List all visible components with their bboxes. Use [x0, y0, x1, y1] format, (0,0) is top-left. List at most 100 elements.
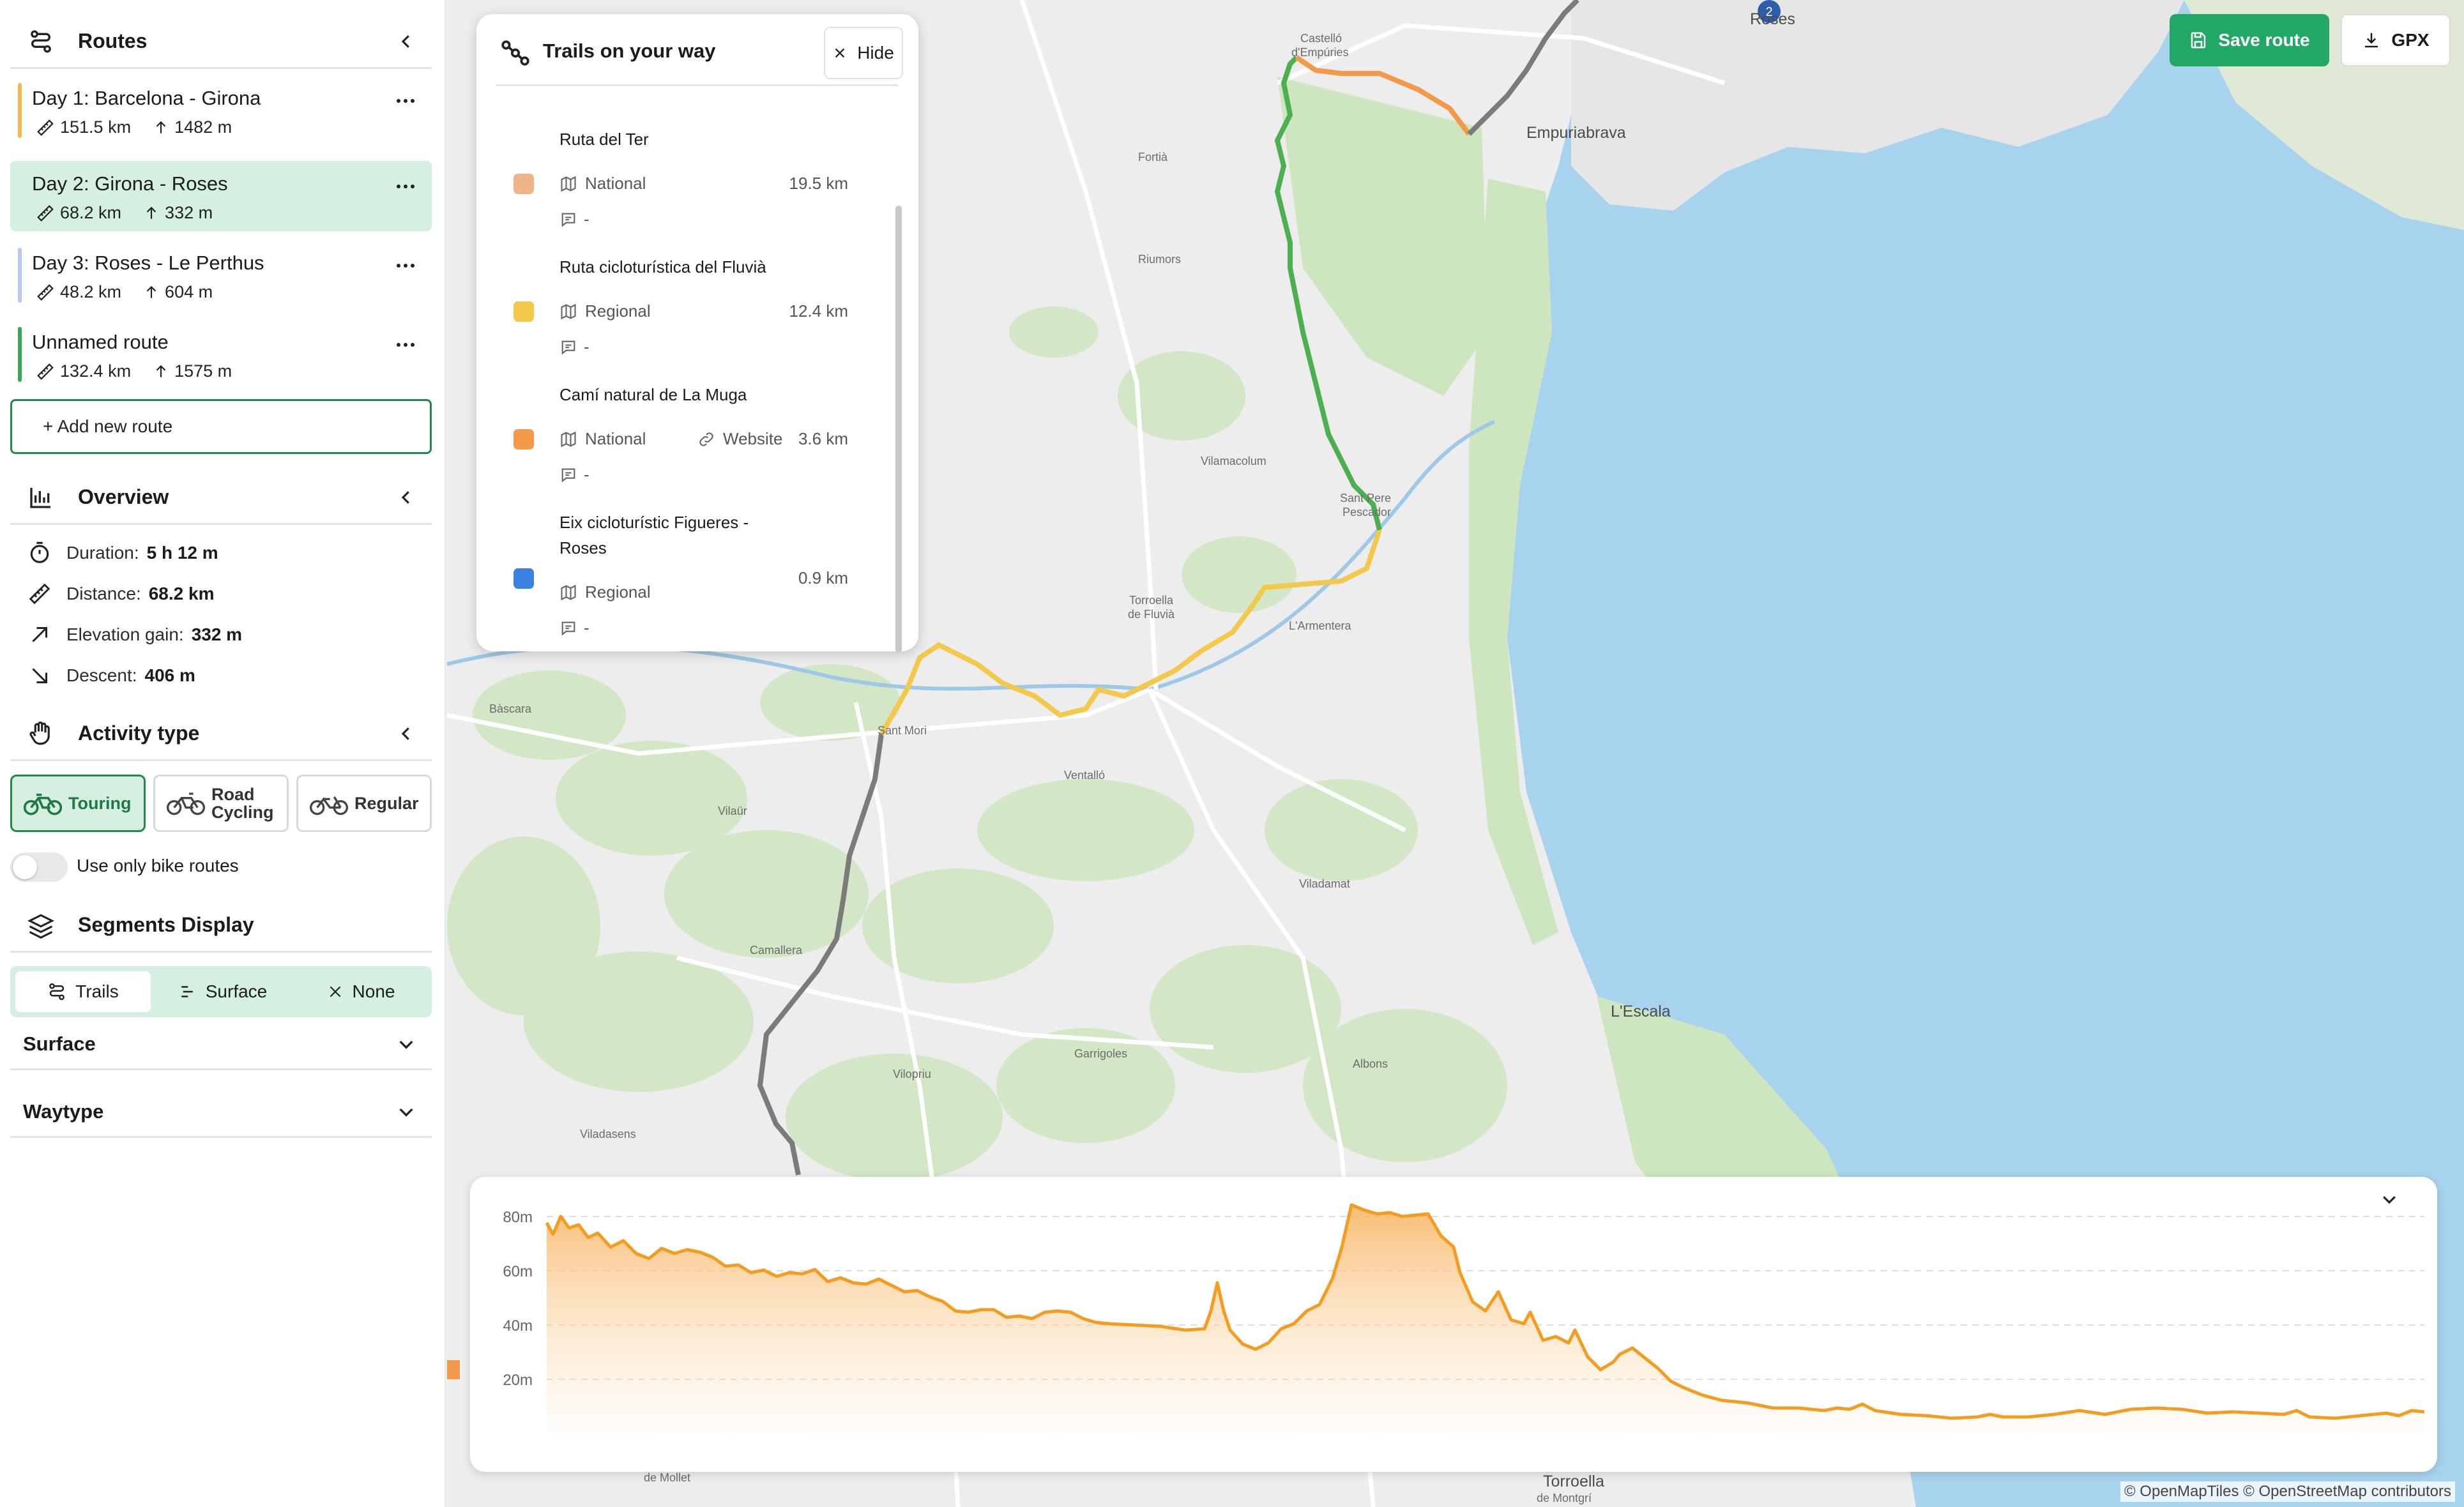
segment-trails-option[interactable]: Trails [15, 971, 151, 1012]
map-label-castello: Castelló [1300, 32, 1342, 45]
trail-comment: - [559, 465, 589, 485]
y-tick: 60m [503, 1263, 533, 1280]
surface-icon [181, 986, 193, 997]
elevation-profile[interactable]: 80m 60m 40m 20m [470, 1177, 2437, 1472]
map-label-albons: Albons [1353, 1057, 1388, 1070]
more-icon [397, 185, 414, 188]
elevation-chart: 80m 60m 40m 20m [503, 1203, 2425, 1432]
trail-comment: - [559, 337, 589, 357]
map-label-fortia: Fortià [1138, 151, 1168, 163]
route-item-day-1[interactable]: Day 1: Barcelona - Girona 151.5 km 1482 … [10, 75, 432, 146]
map-label-vilamacolum: Vilamacolum [1201, 455, 1266, 467]
trail-comment: - [559, 618, 589, 638]
route-menu-button[interactable] [390, 175, 422, 198]
save-route-label: Save route [2218, 30, 2310, 50]
overview-header[interactable]: Overview [10, 471, 432, 525]
surface-option-label: Surface [205, 981, 268, 1001]
trail-type: Regional [559, 301, 651, 321]
activity-road-cycling-button[interactable]: Road Cycling [153, 775, 289, 832]
overview-collapse-button[interactable] [387, 478, 425, 517]
descent-label: Descent: [66, 665, 137, 685]
stopwatch-icon [26, 539, 54, 567]
ruler-icon [37, 119, 54, 136]
duration-label: Duration: [66, 543, 139, 563]
segment-surface-option[interactable]: Surface [155, 971, 290, 1012]
map-label-viladasens: Viladasens [580, 1128, 636, 1140]
activity-regular-button[interactable]: Regular [296, 775, 432, 832]
overview-elevation-gain: Elevation gain: 332 m [26, 619, 242, 650]
save-route-button[interactable]: Save route [2170, 14, 2329, 66]
segments-header: Segments Display [10, 899, 432, 953]
activity-header[interactable]: Activity type [10, 708, 432, 761]
trail-item[interactable]: Ruta cicloturística del Fluvià Regional … [476, 254, 918, 382]
map-attribution[interactable]: © OpenMapTiles © OpenStreetMap contribut… [2120, 1481, 2455, 1502]
activity-title: Activity type [78, 722, 200, 745]
y-tick: 20m [503, 1372, 533, 1389]
comment-icon [561, 340, 575, 355]
segments-toggle-group: Trails Surface None [10, 966, 432, 1017]
bike-routes-toggle[interactable] [10, 852, 68, 882]
route-meta: 132.4 km 1575 m [36, 361, 245, 381]
trail-name: Camí natural de La Muga [559, 385, 747, 404]
close-icon [835, 48, 845, 58]
surface-title: Surface [23, 1032, 96, 1055]
map-label-roses: Roses [1750, 10, 1795, 28]
route-meta: 151.5 km 1482 m [36, 117, 245, 137]
trails-panel: Trails on your way Hide Ruta del Ter Nat… [476, 14, 918, 651]
none-option-label: None [352, 981, 395, 1001]
more-icon [397, 343, 414, 347]
trail-item[interactable]: Camí natural de La Muga National Website… [476, 382, 918, 510]
trails-scrollbar[interactable] [895, 206, 902, 651]
trails-panel-header: Trails on your way Hide [476, 14, 918, 86]
download-icon [2365, 33, 2378, 48]
trail-website-link[interactable]: Website [697, 429, 782, 449]
route-menu-button[interactable] [390, 333, 422, 356]
route-menu-button[interactable] [390, 254, 422, 277]
link-icon [699, 432, 713, 446]
map-label-de-fluvia: de Fluvià [1128, 608, 1175, 621]
chevron-left-icon [401, 34, 409, 48]
trail-color-swatch [513, 301, 534, 322]
regular-bike-icon [310, 789, 348, 817]
activity-collapse-button[interactable] [387, 715, 425, 753]
trail-item[interactable]: Ruta del Ter National 19.5 km - [476, 126, 918, 254]
map-label-santpere: Sant Pere [1340, 492, 1392, 504]
hide-label: Hide [857, 43, 894, 63]
layers-icon [23, 907, 59, 943]
y-tick: 80m [503, 1209, 533, 1226]
route-item-unnamed[interactable]: Unnamed route 132.4 km 1575 m [10, 319, 432, 390]
segment-none-option[interactable]: None [294, 971, 428, 1012]
distance-value: 68.2 km [148, 584, 215, 603]
more-icon [397, 99, 414, 103]
trail-distance: 0.9 km [798, 568, 848, 587]
route-item-day-2[interactable]: Day 2: Girona - Roses 68.2 km 332 m [10, 161, 432, 231]
map-label-empuriabrava: Empuriabrava [1526, 124, 1626, 142]
gpx-download-button[interactable]: GPX [2341, 14, 2451, 66]
chevron-down-icon [387, 1093, 425, 1131]
map-label-riumors: Riumors [1138, 253, 1182, 266]
add-route-button[interactable]: + Add new route [10, 399, 432, 454]
save-icon [2191, 32, 2206, 49]
overview-duration: Duration: 5 h 12 m [26, 538, 218, 568]
routes-collapse-button[interactable] [387, 22, 425, 61]
map-label-sant-mori: Sant Mori [878, 724, 927, 737]
map-icon [561, 176, 576, 192]
map-label-torroella: Torroella [1129, 594, 1174, 607]
trail-name: Ruta cicloturística del Fluvià [559, 257, 766, 276]
touring-bike-icon [24, 789, 62, 817]
route-color-bar [18, 327, 22, 382]
chevron-down-icon [387, 1025, 425, 1063]
chevron-down-icon [2383, 1196, 2396, 1204]
map-icon [561, 303, 576, 319]
trail-item[interactable]: Eix cicloturístic Figueres - Roses Region… [476, 510, 918, 650]
hide-trails-button[interactable]: Hide [824, 27, 903, 79]
activity-touring-button[interactable]: Touring [10, 775, 146, 832]
waytype-section-header[interactable]: Waytype [10, 1087, 432, 1138]
surface-section-header[interactable]: Surface [10, 1019, 432, 1070]
chevron-left-icon [401, 490, 409, 504]
arrow-up-icon [146, 206, 156, 219]
route-menu-button[interactable] [390, 89, 422, 112]
route-item-day-3[interactable]: Day 3: Roses - Le Perthus 48.2 km 604 m [10, 240, 432, 310]
trail-color-swatch [513, 174, 534, 194]
elevation-collapse-button[interactable] [2380, 1190, 2415, 1225]
